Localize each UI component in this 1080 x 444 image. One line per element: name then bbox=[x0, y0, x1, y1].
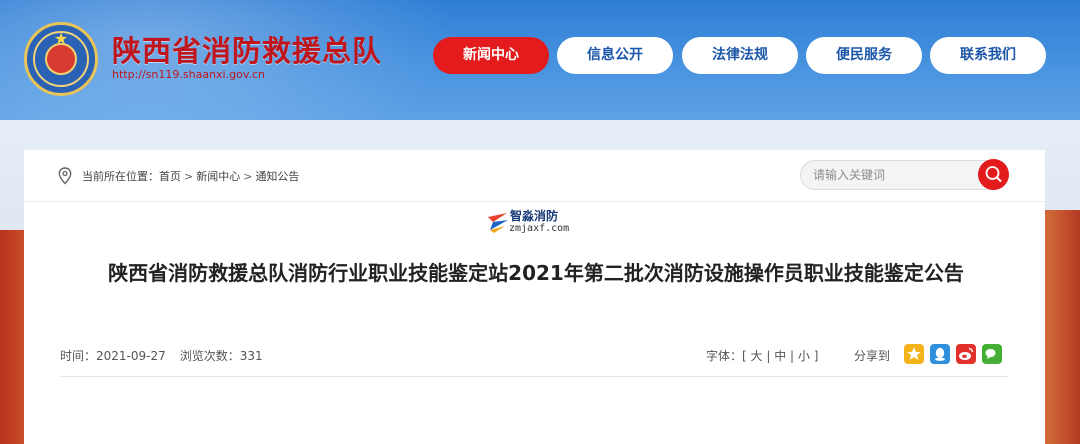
font-size-medium[interactable]: 中 bbox=[774, 349, 786, 363]
qq-icon bbox=[935, 347, 945, 361]
nav-item-info-disclosure[interactable]: 信息公开 bbox=[557, 37, 673, 74]
publish-date: 2021-09-27 bbox=[96, 349, 166, 363]
watermark-name: 智淼消防 bbox=[510, 209, 559, 223]
search-button[interactable] bbox=[978, 159, 1009, 190]
breadcrumb-news[interactable]: 新闻中心 bbox=[196, 170, 240, 183]
breadcrumb-bar: 当前所在位置：首页 > 新闻中心 > 通知公告 bbox=[24, 150, 1045, 202]
views-label: 浏览次数： bbox=[179, 349, 240, 363]
fire-rescue-emblem-icon: ★ bbox=[24, 22, 98, 96]
share-wechat-button[interactable] bbox=[982, 344, 1002, 364]
breadcrumb-prefix: 当前所在位置： bbox=[82, 170, 159, 183]
site-url[interactable]: http://sn119.shaanxi.gov.cn bbox=[112, 68, 265, 81]
share-label: 分享到 bbox=[854, 349, 891, 363]
article-meta: 时间：2021-09-27 浏览次数：331 bbox=[60, 347, 263, 364]
time-label: 时间： bbox=[60, 349, 97, 363]
share-qq-button[interactable] bbox=[930, 344, 950, 364]
meta-divider bbox=[60, 376, 1009, 377]
weibo-icon bbox=[959, 347, 974, 360]
breadcrumb-home[interactable]: 首页 bbox=[159, 170, 181, 183]
nav-item-news[interactable]: 新闻中心 bbox=[433, 37, 549, 74]
view-count: 331 bbox=[239, 349, 263, 363]
location-pin-icon bbox=[58, 167, 72, 185]
watermark-mark-icon bbox=[488, 213, 508, 233]
nav-item-contact[interactable]: 联系我们 bbox=[930, 37, 1046, 74]
article-title: 陕西省消防救援总队消防行业职业技能鉴定站2021年第二批次消防设施操作员职业技能… bbox=[108, 261, 964, 285]
breadcrumb-notices[interactable]: 通知公告 bbox=[255, 170, 299, 183]
nav-item-laws[interactable]: 法律法规 bbox=[682, 37, 798, 74]
share-weibo-button[interactable] bbox=[956, 344, 976, 364]
search-input[interactable] bbox=[813, 167, 973, 183]
qzone-star-icon bbox=[907, 347, 921, 360]
breadcrumb: 当前所在位置：首页 > 新闻中心 > 通知公告 bbox=[82, 168, 299, 184]
font-size-large[interactable]: 大 bbox=[751, 349, 763, 363]
font-size-label: 字体： bbox=[706, 349, 743, 363]
breadcrumb-separator: > bbox=[184, 170, 194, 183]
font-size-switcher: 字体：[ 大 | 中 | 小 ] bbox=[706, 349, 819, 363]
wechat-icon bbox=[985, 349, 996, 359]
breadcrumb-separator: > bbox=[243, 170, 253, 183]
site-title[interactable]: 陕西省消防救援总队 bbox=[112, 28, 382, 70]
site-header: ★ 陕西省消防救援总队 http://sn119.shaanxi.gov.cn … bbox=[0, 0, 1080, 120]
watermark-url: zmjaxf.com bbox=[509, 223, 570, 234]
background-right-figures bbox=[1040, 210, 1080, 444]
watermark-logo: 智淼消防 zmjaxf.com bbox=[485, 207, 575, 239]
content-panel: 当前所在位置：首页>新闻中心>通知公告 智淼消防 zmjaxf.com 陕西省消… bbox=[24, 150, 1045, 444]
nav-item-services[interactable]: 便民服务 bbox=[806, 37, 922, 74]
search-icon bbox=[985, 166, 1002, 182]
emblem-star-icon: ★ bbox=[53, 29, 69, 48]
search-box bbox=[800, 160, 1008, 190]
share-qzone-button[interactable] bbox=[904, 344, 924, 364]
font-size-small[interactable]: 小 bbox=[798, 349, 810, 363]
